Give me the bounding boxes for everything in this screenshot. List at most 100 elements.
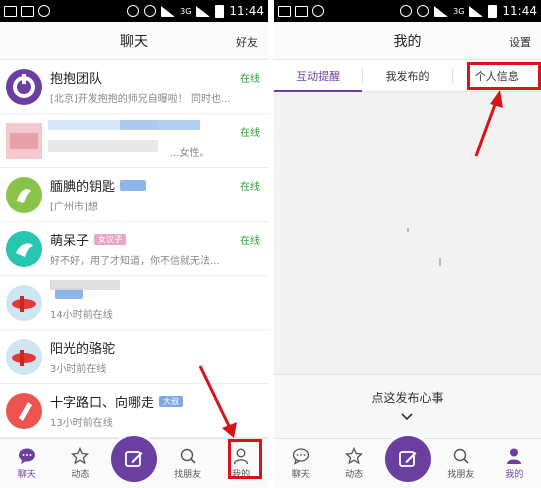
- tab-label: 我发布的: [385, 69, 430, 83]
- chat-item[interactable]: 萌呆子 女汉子 好不好，用了才知道，你不信就无法... 在线: [0, 222, 268, 276]
- chat-bubble-icon: [18, 448, 35, 464]
- blur-overlay: [50, 280, 120, 290]
- tab-compose[interactable]: [107, 436, 161, 488]
- compose-icon: [398, 451, 417, 467]
- blur-overlay: [48, 140, 158, 152]
- status-bar: 3G 11:44: [0, 0, 268, 22]
- tab-find-friends[interactable]: 找朋友: [434, 438, 487, 488]
- left-phone-screen: 3G 11:44 聊天 好友 抱抱团队 [北京]开发抱抱的师兄自曝啦！ 同时也.…: [0, 0, 268, 488]
- tab-label: 我的: [505, 469, 524, 480]
- bird-icon: [7, 177, 41, 212]
- chat-name: 十字路口、向哪走: [50, 395, 155, 411]
- tab-label: 互动提醒: [296, 69, 341, 83]
- interactions-content: [274, 93, 541, 373]
- tab-chat[interactable]: 聊天: [0, 438, 54, 488]
- image-icon: [278, 5, 291, 17]
- tab-feed[interactable]: 动态: [54, 438, 108, 488]
- chevron-down-icon: [401, 413, 413, 421]
- user-tag: [120, 179, 147, 191]
- highlight-me-tab: [228, 439, 262, 479]
- alarm-icon: [417, 5, 430, 17]
- tab-my-posts[interactable]: 我发布的: [363, 60, 451, 91]
- chat-preview: 3小时前在线: [50, 364, 107, 375]
- tab-feed[interactable]: 动态: [327, 438, 380, 488]
- tab-label: 聊天: [17, 469, 36, 480]
- airplane-icon: [7, 339, 41, 374]
- tab-label: 聊天: [291, 469, 310, 480]
- battery-icon: [488, 4, 498, 18]
- right-phone-screen: 3G 11:44 我的 设置 互动提醒 我发布的 个人信息 点这发布心事 聊天 …: [274, 0, 541, 488]
- online-status: 在线: [240, 236, 260, 247]
- avatar: [6, 338, 42, 375]
- publish-panel[interactable]: 点这发布心事: [274, 374, 541, 438]
- friends-button[interactable]: 好友: [236, 34, 258, 50]
- chat-item[interactable]: 14小时前在线: [0, 276, 268, 330]
- tab-label: 找朋友: [447, 469, 475, 480]
- compose-icon: [125, 451, 143, 467]
- tab-label: 找朋友: [174, 469, 202, 480]
- chat-preview: 14小时前在线: [50, 310, 113, 321]
- avatar: [6, 176, 42, 213]
- loading-indicator: [439, 258, 441, 266]
- chat-preview: 13小时前在线: [50, 418, 113, 429]
- chat-name: 萌呆子: [50, 233, 90, 249]
- chat-preview: [北京]开发抱抱的师兄自曝啦！ 同时也...: [50, 94, 231, 105]
- user-tag: 女汉子: [94, 233, 127, 245]
- star-icon: [345, 446, 364, 464]
- wifi-icon: [161, 5, 176, 17]
- compose-button[interactable]: [110, 436, 157, 482]
- blurred-avatar-icon: [6, 122, 42, 159]
- person-icon: [507, 448, 522, 464]
- chat-name: 阳光的骆驼: [50, 341, 116, 357]
- online-status: 在线: [240, 128, 260, 139]
- network-type: 3G: [453, 6, 465, 16]
- profile-header: 我的 设置: [274, 22, 541, 60]
- chat-item[interactable]: ...女性。 在线: [0, 114, 268, 168]
- chat-item[interactable]: 抱抱团队 [北京]开发抱抱的师兄自曝啦！ 同时也... 在线: [0, 60, 268, 114]
- chat-item[interactable]: 阳光的骆驼 3小时前在线: [0, 330, 268, 384]
- tab-find-friends[interactable]: 找朋友: [161, 438, 215, 488]
- avatar: [6, 284, 42, 321]
- avatar: [6, 392, 42, 429]
- avatar: [6, 68, 42, 105]
- avatar: [6, 122, 42, 159]
- battery-icon: [215, 4, 225, 18]
- wifi-icon: [434, 5, 449, 17]
- airplane-icon: [7, 285, 41, 320]
- image-icon: [295, 5, 308, 17]
- image-icon: [4, 5, 17, 17]
- settings-button[interactable]: 设置: [509, 34, 531, 50]
- status-bar: 3G 11:44: [274, 0, 541, 22]
- tab-compose[interactable]: [381, 436, 434, 488]
- page-title: 聊天: [120, 33, 148, 50]
- chat-item[interactable]: 腼腆的钥匙 [广州市]想 在线: [0, 168, 268, 222]
- tab-label: 动态: [71, 469, 90, 480]
- online-status: 在线: [240, 182, 260, 193]
- search-icon: [453, 448, 469, 464]
- chat-item[interactable]: 十字路口、向哪走 大叔 13小时前在线: [0, 384, 268, 438]
- compose-button[interactable]: [384, 436, 431, 482]
- usb-icon: [38, 5, 50, 17]
- chat-header: 聊天 好友: [0, 22, 268, 60]
- chat-name: 腼腆的钥匙: [50, 179, 116, 195]
- tab-me[interactable]: 我的: [488, 438, 541, 488]
- user-tag: 大叔: [159, 395, 184, 407]
- blur-overlay: [120, 120, 200, 130]
- signal-icon: [469, 5, 484, 17]
- tab-chat[interactable]: 聊天: [274, 438, 327, 488]
- rocket-icon: [7, 393, 41, 428]
- clock: 11:44: [502, 4, 537, 18]
- loading-indicator: [407, 228, 409, 232]
- bird-icon: [7, 231, 41, 266]
- clock: 11:44: [229, 4, 264, 18]
- chat-preview: [广州市]想: [50, 202, 98, 213]
- chat-list: 抱抱团队 [北京]开发抱抱的师兄自曝啦！ 同时也... 在线 ...女性。 在线…: [0, 60, 268, 438]
- tab-interactions[interactable]: 互动提醒: [274, 60, 363, 92]
- tab-label: 动态: [345, 469, 364, 480]
- signal-icon: [196, 5, 211, 17]
- chat-bubble-icon: [292, 447, 309, 465]
- alarm-icon: [144, 5, 157, 17]
- page-title: 我的: [393, 33, 422, 50]
- mute-icon: [400, 5, 413, 17]
- highlight-personal-info-tab: [467, 62, 541, 90]
